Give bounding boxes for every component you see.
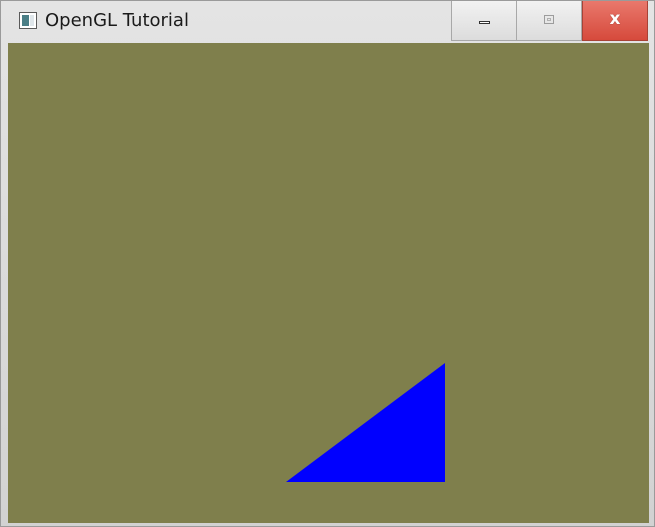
render-surface [8, 43, 649, 523]
app-icon-pane-left [22, 15, 29, 26]
title-bar[interactable]: OpenGL Tutorial x [1, 1, 654, 42]
window-title: OpenGL Tutorial [45, 10, 189, 31]
app-icon-pane-right [30, 15, 34, 26]
close-button[interactable]: x [582, 1, 648, 41]
application-window: OpenGL Tutorial x [0, 0, 655, 527]
maximize-icon [544, 15, 554, 24]
opengl-canvas[interactable] [8, 43, 649, 523]
maximize-button[interactable] [517, 1, 582, 41]
minimize-icon [479, 21, 490, 24]
close-icon: x [609, 9, 621, 29]
minimize-button[interactable] [451, 1, 517, 41]
app-window-icon[interactable] [19, 12, 37, 29]
